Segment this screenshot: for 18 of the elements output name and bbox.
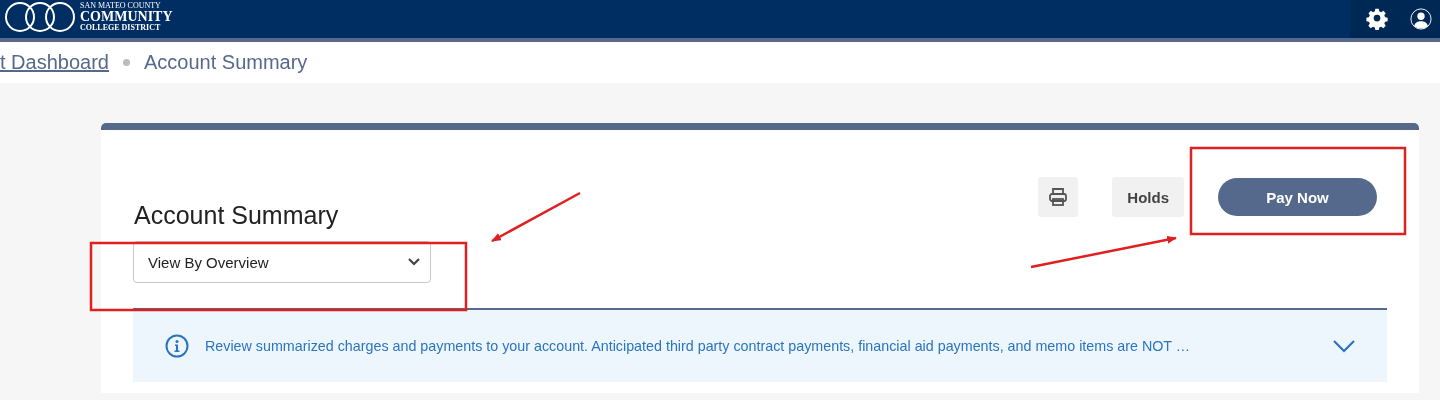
info-icon (165, 334, 189, 358)
settings-icon[interactable] (1366, 8, 1388, 30)
breadcrumb-current: Account Summary (143, 51, 308, 74)
view-by-select[interactable]: View By Overview (133, 241, 431, 283)
pay-now-button[interactable]: Pay Now (1218, 178, 1377, 216)
notice-text: Review summarized charges and payments to your account. Anticipated third party contract payments, financial aid payments, and memo items are NOT … (205, 338, 1192, 354)
holds-button[interactable]: Holds (1112, 177, 1184, 217)
logo-text: SAN MATEO COUNTY (80, 2, 162, 10)
chevron-down-icon[interactable] (1333, 339, 1355, 353)
logo-text: COLLEGE DISTRICT (80, 24, 162, 32)
print-button[interactable] (1038, 177, 1079, 217)
logo-text: COMMUNITY (80, 10, 173, 24)
printer-icon (1048, 187, 1069, 207)
user-avatar-icon[interactable] (1410, 8, 1432, 30)
breadcrumb-link[interactable]: t Dashboard (0, 51, 109, 74)
chevron-down-icon (408, 258, 420, 266)
separator-dot-icon (122, 59, 130, 66)
page-title: Account Summary (133, 200, 339, 230)
